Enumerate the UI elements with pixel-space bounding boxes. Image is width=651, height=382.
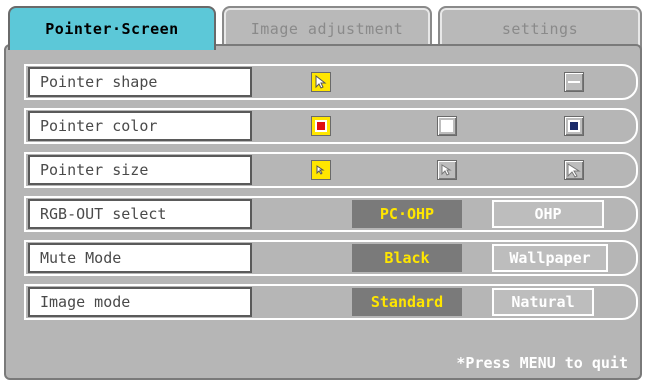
quit-hint: *Press MENU to quit [456,354,628,372]
medium-pointer-icon[interactable] [437,160,457,180]
image-mode-option-standard[interactable]: Standard [352,288,462,316]
tab-pointer-screen[interactable]: Pointer·Screen [8,6,216,50]
line-pointer-icon[interactable] [564,72,584,92]
red-color-swatch-icon[interactable] [311,116,331,136]
image-mode-label: Image mode [28,287,252,317]
white-color-swatch-icon[interactable] [437,116,457,136]
small-pointer-icon[interactable] [311,160,331,180]
rgb-out-label: RGB-OUT select [28,199,252,229]
pointer-color-label: Pointer color [28,111,252,141]
mute-option-black[interactable]: Black [352,244,462,272]
pointer-shape-label: Pointer shape [28,67,252,97]
large-pointer-icon[interactable] [564,160,584,180]
rgb-out-option-ohp[interactable]: OHP [492,200,604,228]
mute-option-wallpaper[interactable]: Wallpaper [492,244,608,272]
image-mode-option-natural[interactable]: Natural [492,288,594,316]
navy-color-swatch-icon[interactable] [564,116,584,136]
arrow-pointer-icon[interactable] [311,72,331,92]
rgb-out-option-pc-ohp[interactable]: PC·OHP [352,200,462,228]
menu-panel: Pointer shape Pointer color Pointer size… [4,44,642,380]
mute-mode-label: Mute Mode [28,243,252,273]
pointer-size-label: Pointer size [28,155,252,185]
